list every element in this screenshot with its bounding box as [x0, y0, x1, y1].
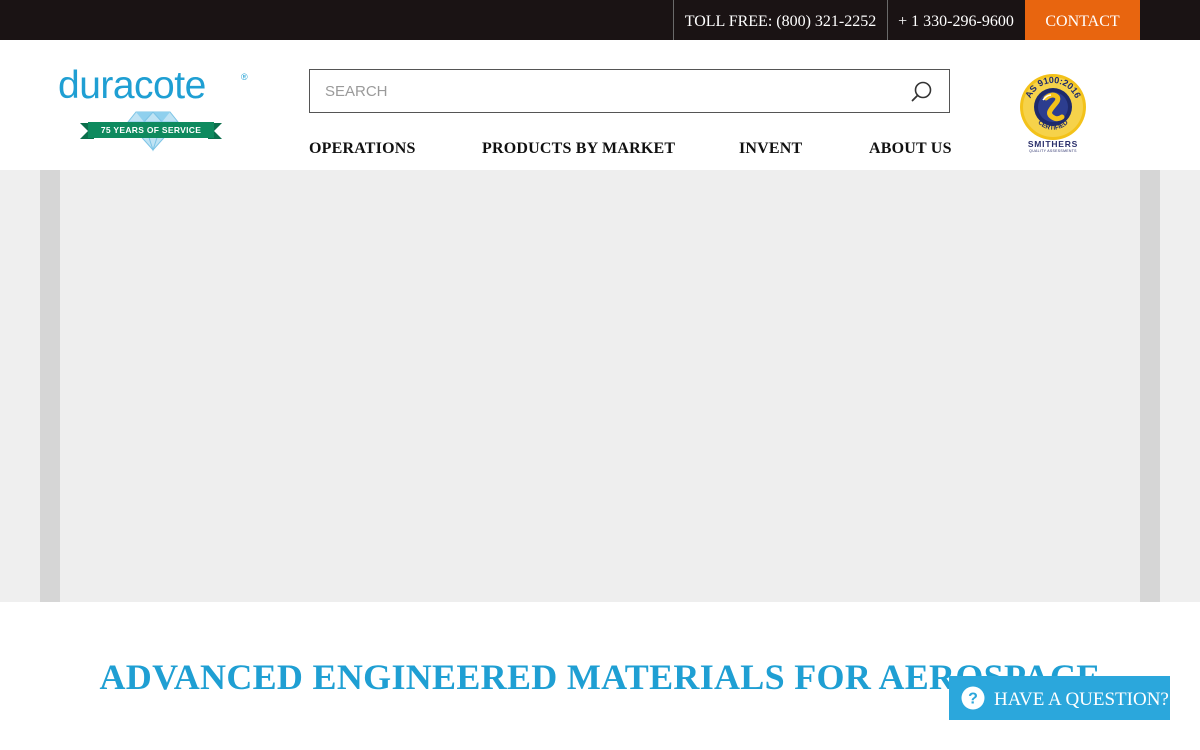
contact-button[interactable]: CONTACT — [1025, 0, 1140, 40]
cert-issuer: SMITHERS — [1027, 139, 1079, 149]
hero-right-edge — [1140, 170, 1160, 602]
toll-free-phone-link[interactable]: TOLL FREE: (800) 321-2252 — [673, 0, 887, 40]
have-a-question-label: HAVE A QUESTION? — [994, 689, 1169, 710]
have-a-question-button[interactable]: ? HAVE A QUESTION? — [949, 676, 1170, 720]
nav-operations[interactable]: OPERATIONS — [309, 138, 416, 160]
top-utility-bar: TOLL FREE: (800) 321-2252 + 1 330-296-96… — [0, 0, 1200, 40]
logo-wordmark: duracote — [58, 64, 206, 107]
nav-about-us[interactable]: ABOUT US — [869, 138, 952, 160]
ribbon-text: 75 YEARS OF SERVICE — [100, 125, 202, 135]
svg-text:?: ? — [968, 691, 978, 708]
search-input[interactable] — [310, 70, 910, 112]
hero-image-placeholder — [60, 170, 1140, 602]
question-circle-icon: ? — [961, 686, 985, 710]
nav-invent[interactable]: INVENT — [739, 138, 802, 160]
search-box — [309, 69, 950, 113]
logo-registered-mark: ® — [241, 72, 248, 82]
international-phone-link[interactable]: + 1 330-296-9600 — [887, 0, 1024, 40]
duracote-logo[interactable]: duracote ® 75 YEARS OF SERVICE — [58, 64, 258, 156]
search-icon[interactable] — [910, 80, 934, 104]
cert-issuer-subtitle: QUALITY ASSESSMENTS — [1029, 149, 1077, 153]
hero-left-edge — [40, 170, 60, 602]
nav-products-by-market[interactable]: PRODUCTS BY MARKET — [482, 138, 675, 160]
site-header: duracote ® 75 YEARS OF SERVICE OPERATION… — [0, 40, 1200, 170]
